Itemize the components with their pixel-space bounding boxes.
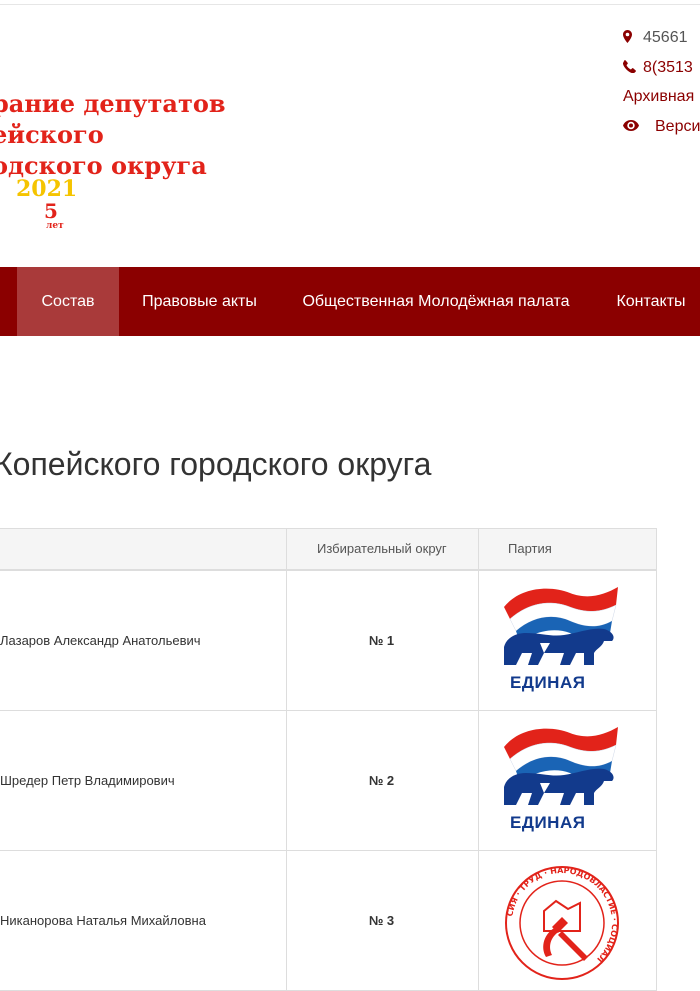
- header-contacts: 45661 8(3513 Архивная Верси: [622, 22, 700, 142]
- anniversary-badge: 2021 5 лет: [16, 176, 86, 236]
- logo-line-2: ейского: [0, 120, 104, 149]
- nav-item-sostav[interactable]: Состав: [17, 267, 119, 336]
- map-marker-icon: [623, 22, 643, 52]
- archive-row[interactable]: Архивная: [623, 82, 700, 112]
- eye-icon: [623, 112, 655, 142]
- table-header: Избирательный округ Партия: [0, 529, 656, 571]
- party-cell: ЕДИНАЯ: [478, 711, 655, 850]
- phone-icon: [622, 52, 643, 82]
- logo-five: 5: [44, 199, 58, 223]
- phone-row[interactable]: 8(3513: [622, 52, 700, 82]
- deputies-table: Избирательный округ Партия Лазаров Алекс…: [0, 528, 657, 991]
- phone-text: 8(3513: [643, 59, 693, 76]
- archive-link[interactable]: Архивная: [623, 88, 694, 105]
- district-number: № 2: [368, 773, 395, 788]
- party-label: ЕДИНАЯ: [510, 673, 586, 692]
- address-text: 45661: [643, 29, 688, 46]
- header-district: Избирательный округ: [317, 541, 447, 556]
- deputy-name[interactable]: Шредер Петр Владимирович: [0, 711, 175, 850]
- district-number: № 3: [368, 913, 395, 928]
- logo-let: лет: [46, 221, 64, 231]
- page-title: Копейского городского округа: [0, 446, 432, 482]
- main-navbar: Состав Правовые акты Общественная Молодё…: [0, 267, 700, 336]
- nav-item-contacts[interactable]: Контакты: [606, 267, 696, 336]
- version-link[interactable]: Верси: [655, 118, 700, 135]
- header-divider: [478, 529, 479, 569]
- table-row[interactable]: Никанорова Наталья Михайловна № 3 СИЯ · …: [0, 851, 656, 991]
- table-row[interactable]: Шредер Петр Владимирович № 2 ЕДИНАЯ: [0, 711, 656, 851]
- header-party: Партия: [508, 541, 552, 556]
- deputy-name[interactable]: Лазаров Александр Анатольевич: [0, 571, 201, 710]
- header-divider: [286, 529, 287, 569]
- table-row[interactable]: Лазаров Александр Анатольевич № 1 ЕДИНАЯ: [0, 571, 656, 711]
- site-logo-text[interactable]: рание депутатов ейского одского округа: [0, 88, 226, 181]
- kprf-logo-icon: СИЯ · ТРУД · НАРОДОВЛАСТИЕ · СОЦИАЛ: [505, 866, 619, 980]
- party-label: ЕДИНАЯ: [510, 813, 586, 832]
- deputy-name[interactable]: Никанорова Наталья Михайловна: [0, 851, 206, 990]
- accessible-version-row[interactable]: Верси: [623, 112, 700, 142]
- top-border: [0, 0, 700, 5]
- nav-item-youth-chamber[interactable]: Общественная Молодёжная палата: [295, 267, 577, 336]
- party-cell: СИЯ · ТРУД · НАРОДОВЛАСТИЕ · СОЦИАЛ: [478, 851, 655, 990]
- address-row: 45661: [623, 22, 700, 52]
- party-cell: ЕДИНАЯ: [478, 571, 655, 710]
- nav-item-legal-acts[interactable]: Правовые акты: [133, 267, 266, 336]
- district-number: № 1: [368, 633, 395, 648]
- logo-line-1: рание депутатов: [0, 89, 226, 118]
